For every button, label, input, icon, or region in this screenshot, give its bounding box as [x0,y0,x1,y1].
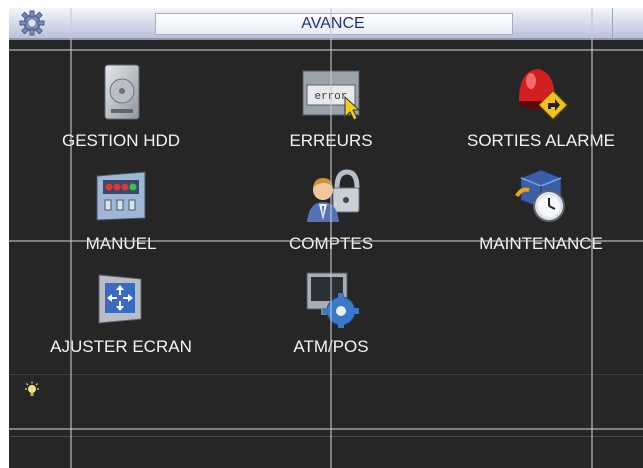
menu-item-hdd-management[interactable]: GESTION HDD [26,63,216,163]
title-bar-right-panel [612,8,643,38]
title-bar: AVANCE [9,8,643,40]
advanced-menu-window: AVANCE GESTION HDD error ERREURS [9,8,643,468]
grid-line [9,428,643,430]
menu-item-label: GESTION HDD [61,131,181,150]
lightbulb-icon [25,381,39,396]
grid-line [591,8,593,468]
hard-disk-icon [104,64,140,120]
bottom-bar [9,436,643,468]
menu-item-label: MANUEL [85,234,157,253]
grid-line [70,8,72,468]
menu-item-adjust-screen[interactable]: AJUSTER ECRAN [26,269,216,369]
manual-record-icon [96,171,146,221]
grid-line [9,49,643,51]
grid-line [9,240,643,242]
alarm-output-icon [519,69,568,120]
menu-item-alarm-output[interactable]: SORTIES ALARME [446,63,636,163]
maintenance-icon [515,169,565,222]
menu-item-maintenance[interactable]: MAINTENANCE [446,166,636,266]
menu-item-label: SORTIES ALARME [466,131,615,150]
grid-line [330,8,332,468]
screen-adjust-icon [98,274,142,324]
window-title: AVANCE [301,15,365,32]
menu-item-label: AJUSTER ECRAN [50,337,192,356]
gear-icon [19,10,45,36]
menu-item-label: MAINTENANCE [479,234,603,253]
menu-item-manual[interactable]: MANUEL [26,166,216,266]
